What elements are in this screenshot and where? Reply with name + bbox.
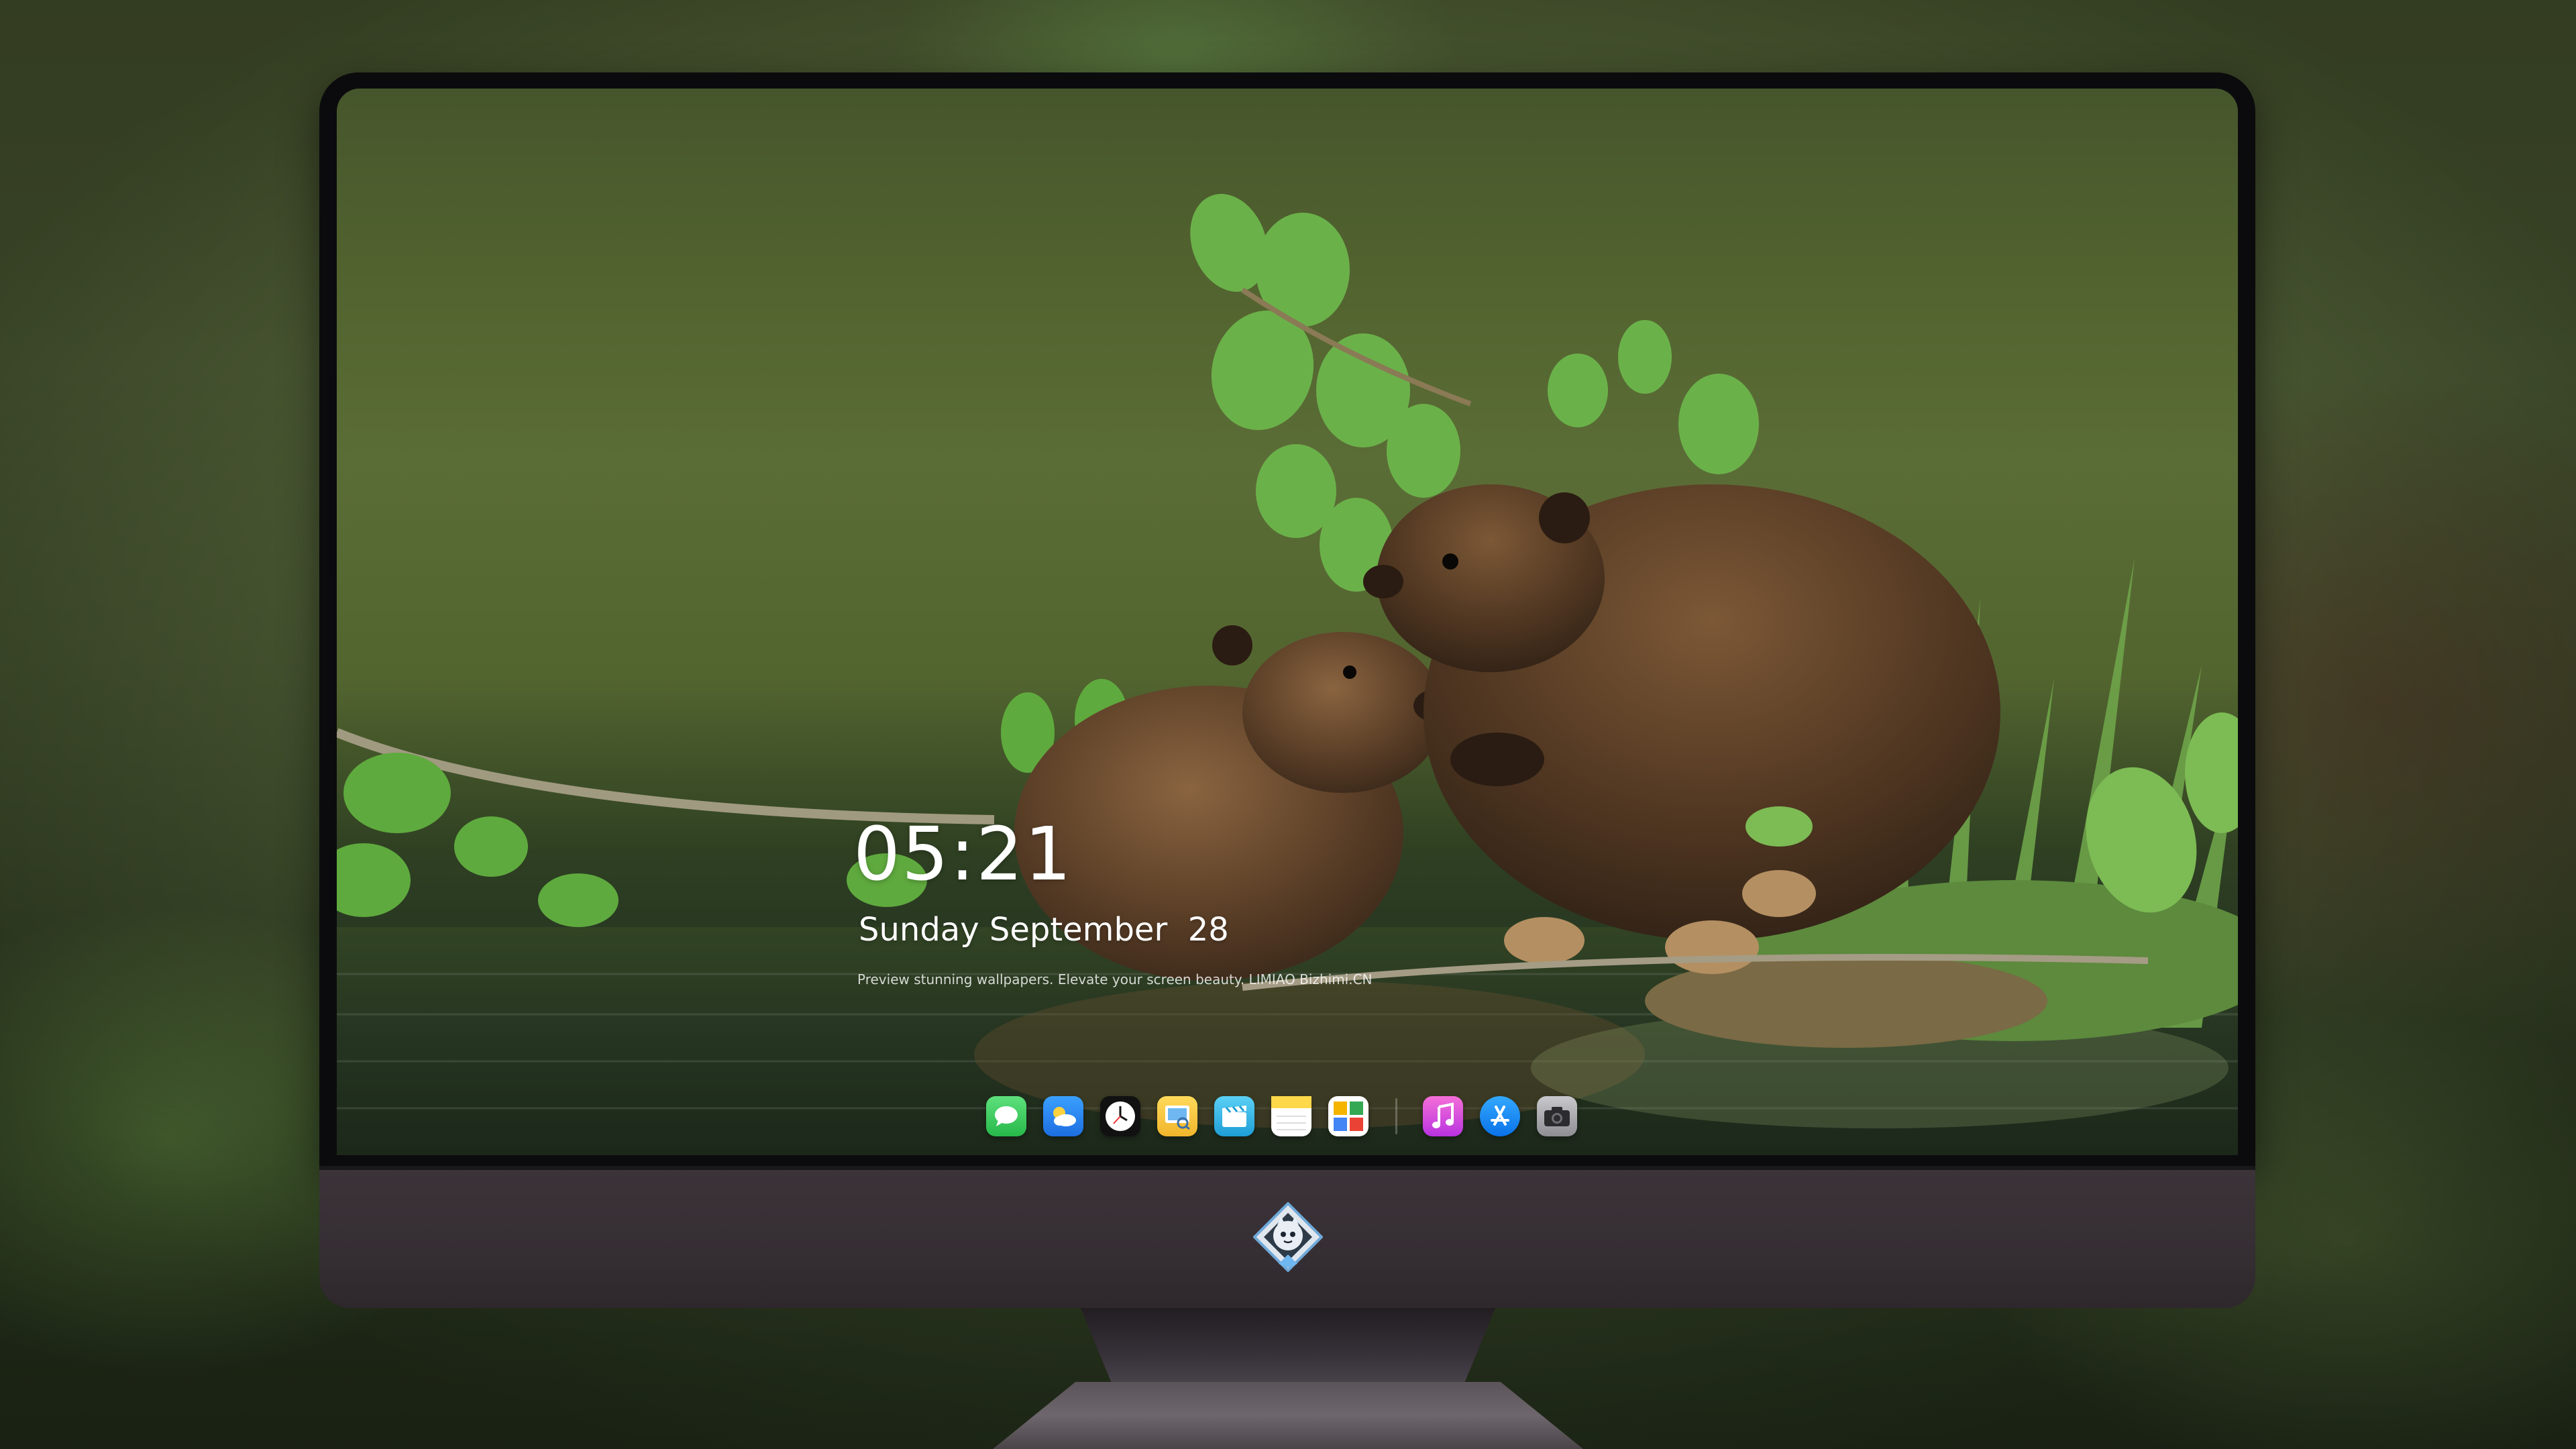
camera-icon[interactable] (1537, 1096, 1577, 1136)
brand-logo-icon (1253, 1202, 1323, 1272)
lockscreen-time: 05:21 (853, 811, 1073, 897)
messages-icon[interactable] (986, 1096, 1026, 1136)
dock-separator (1395, 1098, 1397, 1134)
notes-icon[interactable] (1271, 1096, 1311, 1136)
dock (986, 1091, 1594, 1142)
clock-icon[interactable] (1100, 1096, 1140, 1136)
music-icon[interactable] (1423, 1096, 1463, 1136)
photos-icon[interactable] (1328, 1096, 1368, 1136)
preview-icon[interactable] (1157, 1096, 1197, 1136)
app-store-icon[interactable] (1480, 1096, 1520, 1136)
desktop-screen: 05:21 Sunday September 28 Preview stunni… (337, 89, 2238, 1155)
monitor-stand-base (993, 1382, 1583, 1449)
clips-icon[interactable] (1214, 1096, 1254, 1136)
monitor-stand-neck (1080, 1307, 1496, 1387)
wallpaper-beavers (337, 194, 2238, 1155)
weather-icon[interactable] (1043, 1096, 1083, 1136)
wallpaper-caption: Preview stunning wallpapers. Elevate you… (857, 971, 1373, 987)
lockscreen-date: Sunday September 28 (859, 911, 1229, 949)
